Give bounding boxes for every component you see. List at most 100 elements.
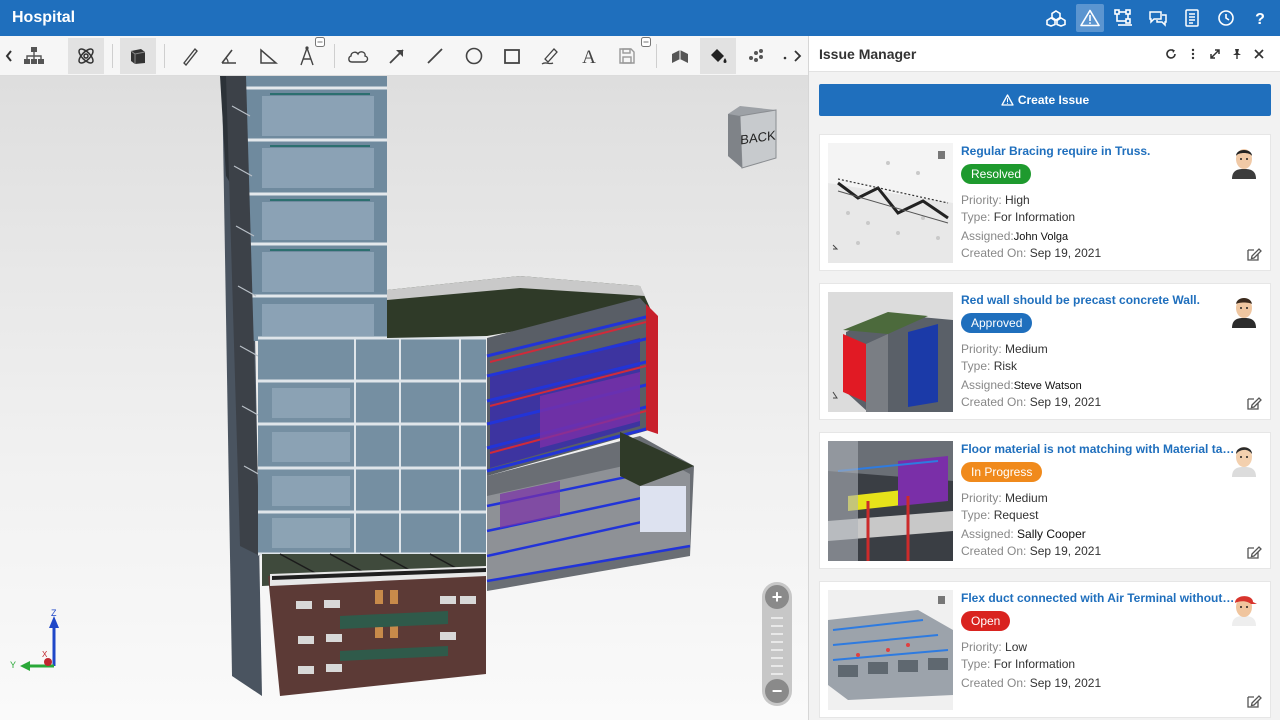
- status-badge: Open: [961, 611, 1011, 631]
- issue-title[interactable]: Regular Bracing require in Truss.: [961, 144, 1237, 158]
- toolbar-more-icon[interactable]: [778, 38, 806, 74]
- model-viewport[interactable]: BACK + − Z Y X: [0, 76, 808, 720]
- status-badge: Approved: [961, 313, 1033, 333]
- arrow-markup-icon[interactable]: [379, 38, 415, 74]
- issue-title[interactable]: Red wall should be precast concrete Wall…: [961, 293, 1237, 307]
- issue-card[interactable]: Flex duct connected with Air Terminal wi…: [819, 581, 1271, 718]
- issue-title[interactable]: Flex duct connected with Air Terminal wi…: [961, 591, 1237, 605]
- issue-card[interactable]: Red wall should be precast concrete Wall…: [819, 283, 1271, 420]
- expand-group-icon[interactable]: [314, 36, 326, 48]
- issue-created: Created On: Sep 19, 2021: [961, 544, 1102, 558]
- edit-icon[interactable]: [1246, 246, 1262, 262]
- issue-type: Type: For Information: [961, 210, 1076, 224]
- clock-icon[interactable]: [1212, 4, 1240, 32]
- avatar: [1226, 590, 1262, 626]
- expand-icon[interactable]: [1204, 44, 1226, 64]
- type-value: Risk: [993, 359, 1018, 373]
- priority-value: Medium: [1005, 342, 1048, 356]
- freehand-markup-icon[interactable]: [532, 38, 568, 74]
- priority-value: Medium: [1005, 491, 1048, 505]
- edit-icon[interactable]: [1246, 544, 1262, 560]
- close-icon[interactable]: [1248, 44, 1270, 64]
- type-value: For Information: [993, 657, 1076, 671]
- status-badge: Resolved: [961, 164, 1032, 184]
- axis-y-label: Y: [10, 660, 17, 670]
- axis-x-label: X: [42, 650, 48, 659]
- expand-group-icon[interactable]: [640, 36, 652, 48]
- text-markup-icon[interactable]: A: [571, 38, 607, 74]
- assigned-value: Sally Cooper: [1017, 527, 1086, 541]
- issue-thumbnail[interactable]: [828, 292, 953, 412]
- rectangle-markup-icon[interactable]: [494, 38, 530, 74]
- model-tree-icon[interactable]: [1110, 4, 1138, 32]
- navigation-cube[interactable]: BACK: [726, 104, 778, 175]
- issue-type: Type: For Information: [961, 657, 1076, 671]
- type-value: Request: [993, 508, 1039, 522]
- created-value: Sep 19, 2021: [1029, 544, 1102, 558]
- report-icon[interactable]: [1178, 4, 1206, 32]
- pin-icon[interactable]: [1226, 44, 1248, 64]
- comments-icon[interactable]: [1144, 4, 1172, 32]
- issue-assigned: Assigned: Sally Cooper: [961, 527, 1086, 541]
- issue-card[interactable]: Floor material is not matching with Mate…: [819, 432, 1271, 569]
- circle-markup-icon[interactable]: [456, 38, 492, 74]
- explode-icon[interactable]: [68, 38, 104, 74]
- created-value: Sep 19, 2021: [1029, 395, 1102, 409]
- avatar: [1226, 441, 1262, 477]
- assigned-value: John Volga: [1013, 231, 1069, 243]
- created-value: Sep 19, 2021: [1029, 676, 1102, 690]
- issue-title[interactable]: Floor material is not matching with Mate…: [961, 442, 1237, 456]
- refresh-icon[interactable]: [1160, 44, 1182, 64]
- issue-created: Created On: Sep 19, 2021: [961, 246, 1102, 260]
- line-markup-icon[interactable]: [417, 38, 453, 74]
- avatar: [1226, 143, 1262, 179]
- issue-thumbnail[interactable]: [828, 590, 953, 710]
- avatar: [1226, 292, 1262, 328]
- toolbar-divider: [656, 44, 657, 68]
- panel-tools: [1160, 44, 1270, 64]
- main-toolbar: A: [0, 36, 808, 76]
- title-bar: Hospital ?: [0, 0, 1280, 36]
- create-issue-label: Create Issue: [1017, 93, 1090, 107]
- point-cloud-icon[interactable]: [738, 38, 774, 74]
- issues-warning-icon[interactable]: [1076, 4, 1104, 32]
- measure-length-icon[interactable]: [172, 38, 208, 74]
- measure-area-icon[interactable]: [250, 38, 286, 74]
- cloud-markup-icon[interactable]: [340, 38, 376, 74]
- issue-thumbnail[interactable]: [828, 143, 953, 263]
- hierarchy-icon[interactable]: [16, 38, 52, 74]
- toolbar-divider: [164, 44, 165, 68]
- axis-z-label: Z: [51, 608, 57, 618]
- zoom-slider[interactable]: + −: [762, 582, 792, 706]
- toolbar-divider: [112, 44, 113, 68]
- issue-priority: Priority: High: [961, 193, 1030, 207]
- axes-triad: Z Y X: [8, 606, 78, 681]
- created-value: Sep 19, 2021: [1029, 246, 1102, 260]
- edit-icon[interactable]: [1246, 395, 1262, 411]
- type-value: For Information: [993, 210, 1076, 224]
- issue-card[interactable]: Regular Bracing require in Truss. Resolv…: [819, 134, 1271, 271]
- section-box-icon[interactable]: [120, 38, 156, 74]
- issue-priority: Priority: Low: [961, 640, 1028, 654]
- top-icon-bar: ?: [1036, 4, 1274, 32]
- material-icon[interactable]: [662, 38, 698, 74]
- create-issue-button[interactable]: Create Issue: [819, 84, 1271, 116]
- paint-bucket-icon[interactable]: [700, 38, 736, 74]
- measure-angle-icon[interactable]: [211, 38, 247, 74]
- issue-assigned: Assigned:Steve Watson: [961, 378, 1082, 392]
- layers-icon[interactable]: [1042, 4, 1070, 32]
- assigned-value: Steve Watson: [1013, 380, 1082, 392]
- issue-type: Type: Request: [961, 508, 1039, 522]
- issue-priority: Priority: Medium: [961, 342, 1048, 356]
- zoom-out-button[interactable]: −: [765, 679, 789, 703]
- issue-thumbnail[interactable]: [828, 441, 953, 561]
- more-vertical-icon[interactable]: [1182, 44, 1204, 64]
- issue-priority: Priority: Medium: [961, 491, 1048, 505]
- issue-created: Created On: Sep 19, 2021: [961, 676, 1102, 690]
- issue-manager-panel: Issue Manager Create Issue Regular Braci…: [808, 36, 1280, 720]
- svg-text:?: ?: [1255, 11, 1265, 27]
- status-badge: In Progress: [961, 462, 1043, 482]
- edit-icon[interactable]: [1246, 693, 1262, 709]
- issue-created: Created On: Sep 19, 2021: [961, 395, 1102, 409]
- help-icon[interactable]: ?: [1246, 4, 1274, 32]
